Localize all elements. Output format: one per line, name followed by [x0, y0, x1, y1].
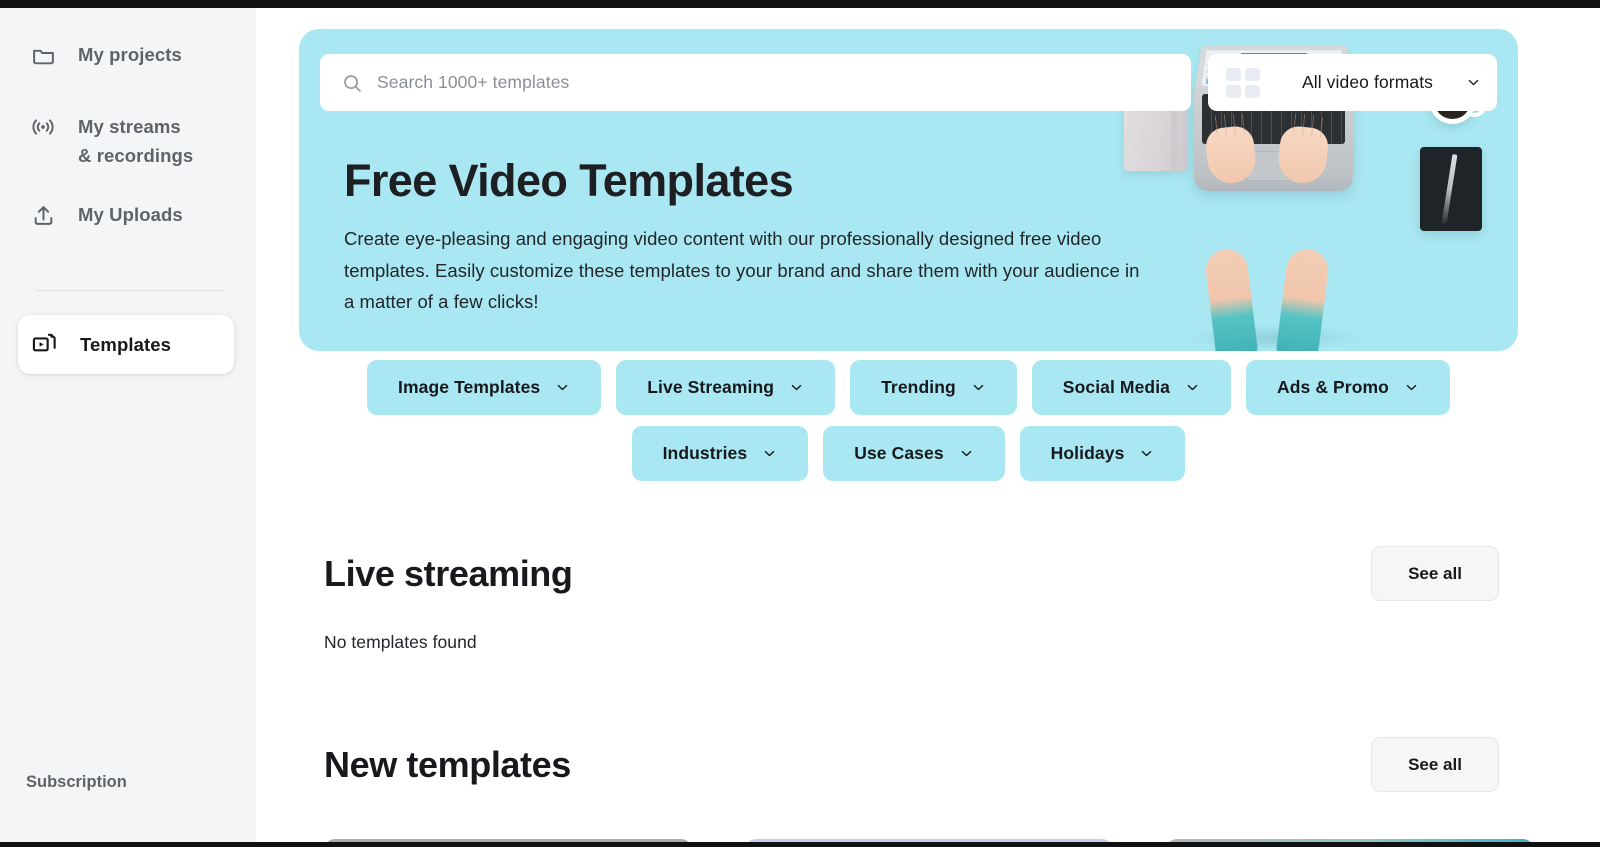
photo-pen [1442, 154, 1458, 224]
section-title: Live streaming [324, 553, 573, 595]
search-input[interactable]: Search 1000+ templates [320, 54, 1191, 111]
chip-label: Image Templates [398, 377, 540, 398]
section-new-templates: New templates See all [324, 737, 1499, 792]
chevron-down-icon [959, 446, 974, 461]
chip-image-templates[interactable]: Image Templates [367, 360, 601, 415]
sidebar-item-label: Templates [80, 334, 171, 356]
search-row: Search 1000+ templates All video formats [320, 54, 1497, 111]
category-chip-group: Image Templates Live Streaming Trending … [299, 360, 1518, 492]
hero-title: Free Video Templates [344, 155, 1164, 207]
hero-copy: Free Video Templates Create eye-pleasing… [344, 155, 1164, 318]
chip-label: Use Cases [854, 443, 943, 464]
chip-label: Industries [663, 443, 748, 464]
sidebar-item-label: My Uploads [78, 200, 183, 229]
see-all-button-live-streaming[interactable]: See all [1371, 546, 1499, 601]
search-icon [341, 72, 363, 94]
chip-label: Holidays [1051, 443, 1125, 464]
window-bottom-bar [0, 842, 1600, 847]
app-root: My projects My streams & recordings My U… [0, 0, 1600, 847]
section-header: New templates See all [324, 737, 1499, 792]
video-format-select[interactable]: All video formats [1208, 54, 1497, 111]
section-live-streaming: Live streaming See all No templates foun… [324, 546, 1499, 653]
window-top-bar [0, 0, 1600, 8]
chip-label: Social Media [1063, 377, 1170, 398]
sidebar-item-my-streams-recordings[interactable]: My streams & recordings [0, 112, 256, 186]
main-content: Search 1000+ templates All video formats [256, 8, 1600, 842]
chip-social-media[interactable]: Social Media [1032, 360, 1231, 415]
chip-label: Ads & Promo [1277, 377, 1389, 398]
section-header: Live streaming See all [324, 546, 1499, 601]
chip-label: Trending [881, 377, 956, 398]
section-title: New templates [324, 744, 571, 786]
category-chip-row-2: Industries Use Cases Holidays [299, 426, 1518, 481]
chip-industries[interactable]: Industries [632, 426, 809, 481]
video-format-value: All video formats [1285, 72, 1450, 93]
chevron-down-icon [1404, 380, 1419, 395]
chip-holidays[interactable]: Holidays [1020, 426, 1186, 481]
sidebar-item-label: My projects [78, 40, 182, 69]
search-placeholder: Search 1000+ templates [377, 72, 569, 93]
hero-banner: Search 1000+ templates All video formats [299, 29, 1518, 351]
chip-use-cases[interactable]: Use Cases [823, 426, 1004, 481]
chevron-down-icon [555, 380, 570, 395]
chip-label: Live Streaming [647, 377, 774, 398]
chevron-down-icon [762, 446, 777, 461]
chip-trending[interactable]: Trending [850, 360, 1017, 415]
chevron-down-icon [971, 380, 986, 395]
sidebar-item-my-projects[interactable]: My projects [0, 40, 256, 98]
photo-dark-notebook [1420, 147, 1482, 231]
chevron-down-icon [789, 380, 804, 395]
hero-description: Create eye-pleasing and engaging video c… [344, 223, 1154, 318]
sidebar-item-my-uploads[interactable]: My Uploads [0, 200, 256, 258]
category-chip-row-1: Image Templates Live Streaming Trending … [299, 360, 1518, 415]
empty-state-message: No templates found [324, 632, 1499, 653]
sidebar-item-label: My streams & recordings [78, 112, 193, 170]
chevron-down-icon [1466, 75, 1481, 90]
chevron-down-icon [1139, 446, 1154, 461]
sidebar-divider [36, 290, 224, 291]
upload-icon [30, 202, 56, 228]
chevron-down-icon [1185, 380, 1200, 395]
templates-icon [30, 331, 58, 359]
sidebar-item-templates[interactable]: Templates [18, 315, 234, 374]
folder-icon [30, 42, 56, 68]
sidebar-item-subscription[interactable]: Subscription [26, 773, 127, 792]
grid-icon [1225, 65, 1269, 101]
sidebar: My projects My streams & recordings My U… [0, 8, 256, 842]
see-all-button-new-templates[interactable]: See all [1371, 737, 1499, 792]
chip-ads-promo[interactable]: Ads & Promo [1246, 360, 1450, 415]
broadcast-icon [30, 114, 56, 140]
chip-live-streaming[interactable]: Live Streaming [616, 360, 835, 415]
